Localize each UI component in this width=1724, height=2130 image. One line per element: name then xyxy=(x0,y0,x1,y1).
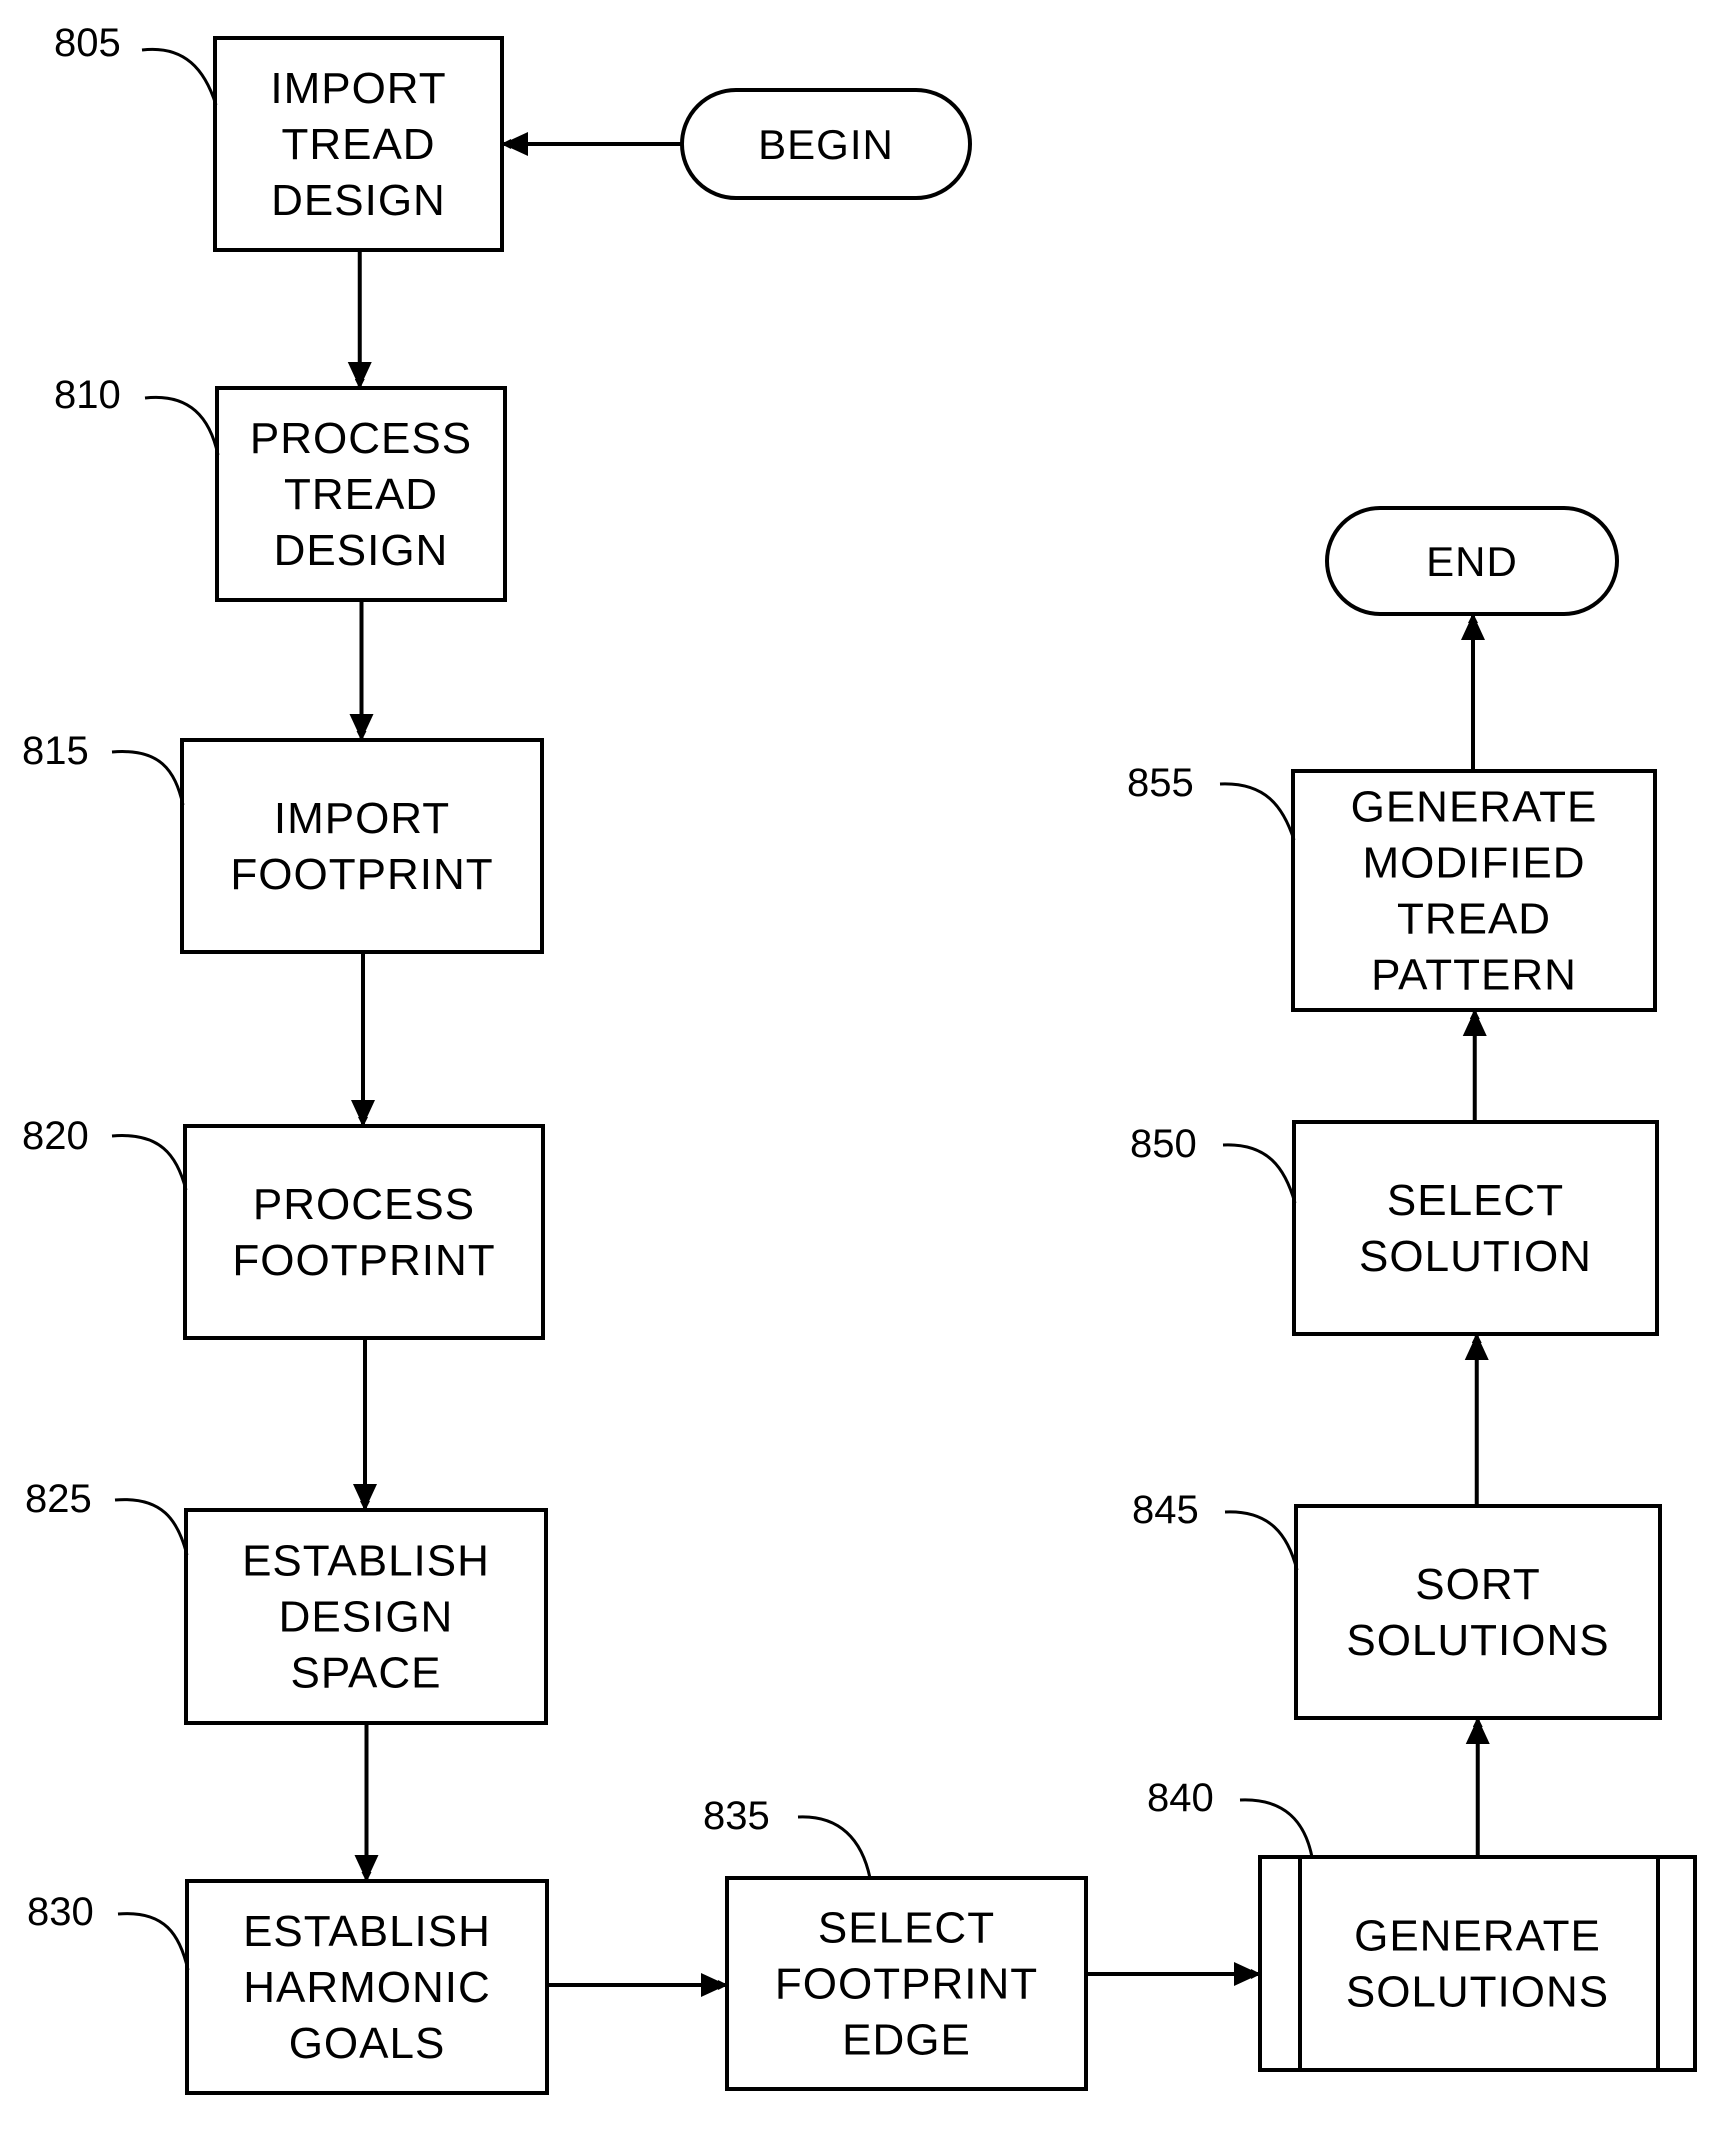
step-805[interactable]: IMPORT TREAD DESIGN xyxy=(213,36,504,252)
terminal-label: END xyxy=(1426,538,1518,585)
ref-numeral-805: 805 xyxy=(54,21,121,65)
step-845[interactable]: SORT SOLUTIONS xyxy=(1294,1504,1662,1720)
box-text-line: DESIGN xyxy=(274,526,449,575)
ref-numeral-850: 850 xyxy=(1130,1122,1197,1166)
process-box xyxy=(1292,1120,1659,1336)
nodes-layer: IMPORTTREADDESIGNPROCESSTREADDESIGNIMPOR… xyxy=(180,36,1697,2095)
leader-line-820 xyxy=(111,1134,188,1191)
leader-line-805 xyxy=(141,47,218,106)
process-box xyxy=(183,1124,545,1340)
box-text-line: IMPORT xyxy=(274,794,450,843)
arrowhead-icon xyxy=(1465,1718,1490,1744)
box-text-line: HARMONIC xyxy=(243,1963,491,2012)
box-text-line: ESTABLISH xyxy=(242,1537,490,1586)
box-text-line: ESTABLISH xyxy=(243,1907,491,1956)
box-text-line: SOLUTIONS xyxy=(1346,1616,1609,1665)
process-box xyxy=(1294,1504,1662,1720)
arrowhead-icon xyxy=(347,362,372,388)
step-840[interactable]: GENERATE SOLUTIONS xyxy=(1258,1855,1697,2072)
leader-line-830 xyxy=(117,1912,190,1971)
arrowhead-icon xyxy=(1464,1334,1489,1360)
arrowhead-icon xyxy=(1461,614,1485,640)
step-855[interactable]: GENERATE MODIFIED TREAD PATTERN xyxy=(1291,769,1657,1012)
step-815[interactable]: IMPORT FOOTPRINT xyxy=(180,738,544,954)
leader-line-850 xyxy=(1222,1143,1297,1204)
box-text-line: TREAD xyxy=(281,120,435,169)
ref-numeral-855: 855 xyxy=(1127,761,1194,805)
box-text-line: PROCESS xyxy=(253,1180,475,1229)
box-text-line: TREAD xyxy=(284,470,438,519)
leader-line-835 xyxy=(797,1815,872,1879)
terminal-label: BEGIN xyxy=(758,121,894,168)
flowchart-diagram: IMPORTTREADDESIGNPROCESSTREADDESIGNIMPOR… xyxy=(22,21,1697,2095)
step-825[interactable]: ESTABLISH DESIGN SPACE xyxy=(184,1508,548,1725)
box-text-line: SELECT xyxy=(818,1904,995,1953)
box-text-line: SPACE xyxy=(291,1649,442,1698)
box-text-line: GENERATE xyxy=(1351,783,1598,832)
box-text-line: IMPORT xyxy=(270,64,446,113)
arrowhead-icon xyxy=(349,714,374,740)
arrowhead-icon xyxy=(701,1973,727,1997)
box-text-line: SORT xyxy=(1415,1560,1540,1609)
ref-numeral-830: 830 xyxy=(27,1890,94,1934)
predefined-process-box xyxy=(1258,1855,1697,2072)
leader-line-855 xyxy=(1219,782,1296,841)
arrowhead-icon xyxy=(1234,1962,1260,1986)
process-box xyxy=(180,738,544,954)
box-text-line: GENERATE xyxy=(1354,1912,1601,1961)
ref-numeral-810: 810 xyxy=(54,373,121,417)
box-text-line: FOOTPRINT xyxy=(232,1236,495,1285)
box-text-line: TREAD xyxy=(1397,895,1551,944)
box-text-line: FOOTPRINT xyxy=(230,850,493,899)
arrowhead-icon xyxy=(354,1855,379,1881)
step-835[interactable]: SELECT FOOTPRINT EDGE xyxy=(725,1876,1088,2091)
terminal-begin[interactable]: BEGIN xyxy=(680,88,972,200)
step-850[interactable]: SELECT SOLUTION xyxy=(1292,1120,1659,1336)
ref-numeral-840: 840 xyxy=(1147,1776,1214,1820)
arrowhead-icon xyxy=(502,132,528,156)
leader-line-815 xyxy=(111,750,185,806)
box-text-line: SOLUTION xyxy=(1359,1232,1592,1281)
ref-numeral-835: 835 xyxy=(703,1794,770,1838)
arrowhead-icon xyxy=(353,1484,377,1510)
arrowhead-icon xyxy=(1462,1010,1487,1036)
box-text-line: DESIGN xyxy=(271,176,446,225)
leader-line-810 xyxy=(144,395,220,456)
ref-numeral-825: 825 xyxy=(25,1477,92,1521)
leader-line-840 xyxy=(1239,1798,1314,1858)
ref-numeral-845: 845 xyxy=(1132,1488,1199,1532)
box-text-line: EDGE xyxy=(842,2016,971,2065)
leader-line-825 xyxy=(114,1498,189,1556)
box-text-line: PATTERN xyxy=(1371,951,1577,1000)
box-text-line: FOOTPRINT xyxy=(775,1960,1038,2009)
box-text-line: SOLUTIONS xyxy=(1346,1968,1609,2017)
step-820[interactable]: PROCESS FOOTPRINT xyxy=(183,1124,545,1340)
box-text-line: PROCESS xyxy=(250,414,472,463)
step-810[interactable]: PROCESS TREAD DESIGN xyxy=(215,386,507,602)
box-text-line: GOALS xyxy=(289,2019,446,2068)
leader-line-845 xyxy=(1224,1510,1299,1571)
box-text-line: DESIGN xyxy=(279,1593,454,1642)
box-text-line: SELECT xyxy=(1387,1176,1564,1225)
step-830[interactable]: ESTABLISH HARMONIC GOALS xyxy=(185,1879,549,2095)
arrowhead-icon xyxy=(351,1100,375,1126)
terminal-end[interactable]: END xyxy=(1325,506,1619,616)
ref-numeral-820: 820 xyxy=(22,1114,89,1158)
ref-numeral-815: 815 xyxy=(22,729,89,773)
box-text-line: MODIFIED xyxy=(1362,839,1585,888)
